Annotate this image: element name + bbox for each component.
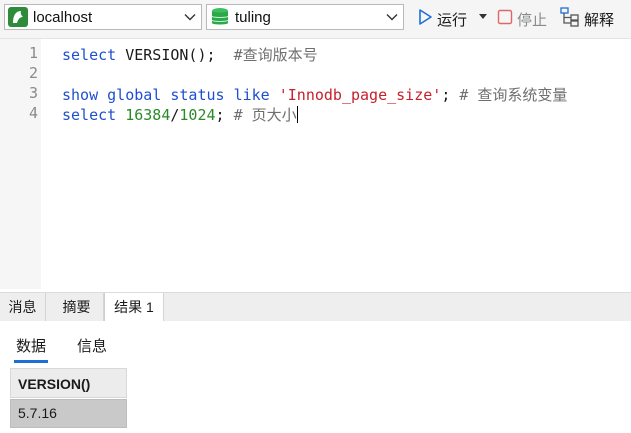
run-label: 运行 bbox=[437, 12, 468, 29]
code-token: status bbox=[170, 86, 225, 104]
code-token: select bbox=[62, 46, 117, 64]
code-token: show bbox=[62, 86, 99, 104]
code-token: global bbox=[107, 86, 162, 104]
database-select[interactable]: tuling bbox=[206, 4, 404, 30]
database-icon bbox=[211, 8, 229, 25]
explain-button[interactable]: 解释 bbox=[560, 7, 622, 29]
subtab-label: 信息 bbox=[77, 338, 108, 355]
code-token: ; bbox=[215, 106, 234, 124]
code-line[interactable]: 2 bbox=[0, 64, 631, 84]
code-token: 1024 bbox=[179, 106, 216, 124]
explain-icon bbox=[560, 7, 579, 27]
code-token: 16384 bbox=[125, 106, 171, 124]
line-number: 2 bbox=[28, 64, 38, 82]
play-icon bbox=[419, 9, 432, 25]
code-token: 'Innodb_page_size' bbox=[278, 86, 442, 104]
result-subtabs: 数据 信息 bbox=[0, 321, 631, 365]
sql-editor[interactable]: 1 select VERSION(); #查询版本号 2 3 show global s… bbox=[0, 39, 631, 289]
table-cell[interactable]: 5.7.16 bbox=[10, 399, 127, 428]
code-text: select 16384/1024; # 页大小 bbox=[62, 104, 298, 125]
stop-label: 停止 bbox=[517, 12, 548, 29]
subtab-label: 数据 bbox=[16, 338, 47, 355]
chevron-down-icon[interactable] bbox=[183, 10, 197, 24]
database-name: tuling bbox=[235, 9, 271, 26]
tab-label: 消息 bbox=[8, 299, 37, 315]
line-number: 1 bbox=[28, 44, 38, 62]
connection-select[interactable]: localhost bbox=[4, 4, 202, 30]
connection-icon bbox=[8, 7, 28, 27]
line-number: 3 bbox=[28, 84, 38, 102]
code-token: like bbox=[233, 86, 270, 104]
run-button[interactable]: 运行 bbox=[416, 7, 492, 29]
stop-icon bbox=[497, 9, 513, 25]
line-number: 4 bbox=[28, 104, 38, 122]
chevron-down-icon[interactable] bbox=[385, 10, 399, 24]
tab-label: 结果 1 bbox=[114, 299, 154, 315]
code-token: # 查询系统变量 bbox=[459, 86, 568, 104]
code-line[interactable]: 4 select 16384/1024; # 页大小 bbox=[0, 104, 631, 124]
code-token: select bbox=[62, 106, 117, 124]
tab-summary[interactable]: 摘要 bbox=[50, 293, 104, 321]
caret-down-icon[interactable] bbox=[478, 13, 488, 21]
code-text: select VERSION(); #查询版本号 bbox=[62, 44, 318, 65]
toolbar: localhost tuling 运行 停止 解释 bbox=[0, 0, 631, 39]
explain-label: 解释 bbox=[584, 12, 615, 29]
tab-result-1[interactable]: 结果 1 bbox=[104, 293, 164, 322]
tab-label: 摘要 bbox=[62, 299, 91, 315]
connection-name: localhost bbox=[33, 9, 93, 26]
text-caret bbox=[296, 106, 298, 123]
code-token: VERSION(); bbox=[116, 46, 234, 64]
code-text: show global status like 'Innodb_page_siz… bbox=[62, 84, 567, 105]
tab-messages[interactable]: 消息 bbox=[0, 293, 46, 321]
result-tab-bar: 消息 摘要 结果 1 bbox=[0, 292, 631, 322]
code-token: # 页大小 bbox=[233, 106, 297, 124]
code-token: ; bbox=[441, 86, 460, 104]
column-header[interactable]: VERSION() bbox=[10, 368, 127, 398]
subtab-data[interactable]: 数据 bbox=[13, 335, 49, 363]
subtab-info[interactable]: 信息 bbox=[77, 335, 107, 356]
stop-button[interactable]: 停止 bbox=[496, 7, 554, 29]
code-line[interactable]: 3 show global status like 'Innodb_page_si… bbox=[0, 84, 631, 104]
code-token: #查询版本号 bbox=[233, 46, 318, 64]
code-line[interactable]: 1 select VERSION(); #查询版本号 bbox=[0, 44, 631, 64]
